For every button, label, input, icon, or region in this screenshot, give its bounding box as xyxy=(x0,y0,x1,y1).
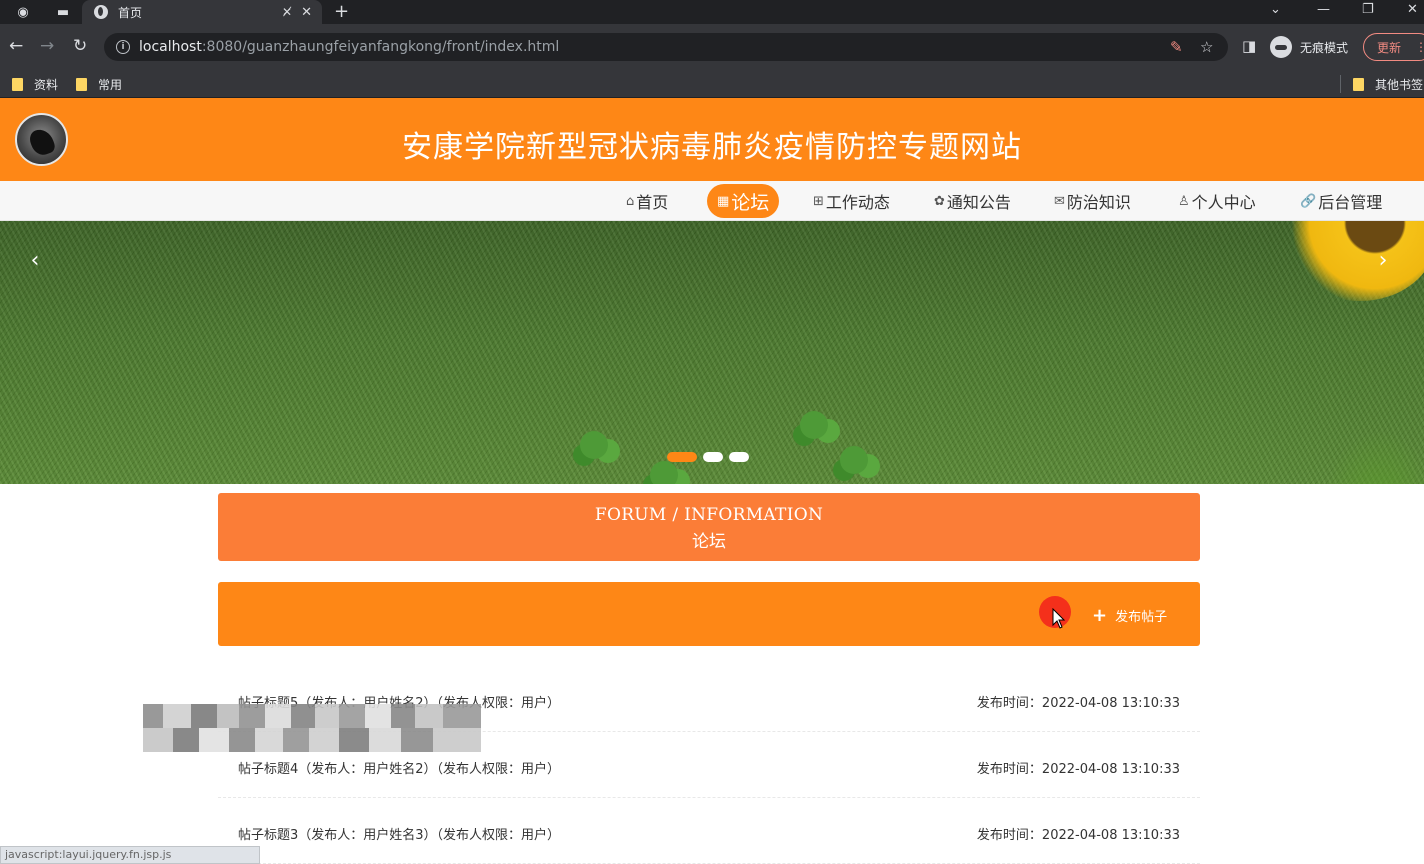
section-title-en: FORUM / INFORMATION xyxy=(594,505,824,525)
carousel-next-icon[interactable]: › xyxy=(1368,245,1398,275)
forum-icon: ▦ xyxy=(717,193,730,209)
site-header: 安康学院新型冠状病毒肺炎疫情防控专题网站 xyxy=(0,98,1424,181)
main-nav: ⌂ 首页 ▦ 论坛 ⊞ 工作动态 ✿ 通知公告 ✉ 防治知识 ♙ 个人中心 🔗 … xyxy=(0,181,1424,221)
bookmark-folder-changyong[interactable]: 常用 xyxy=(76,76,122,93)
bookmark-separator xyxy=(1340,75,1341,93)
post-title[interactable]: 帖子标题3（发布人：用户姓名3）（发布人权限：用户） xyxy=(238,824,560,843)
nav-label: 首页 xyxy=(636,193,669,212)
banner-carousel xyxy=(0,221,1424,484)
clover-decoration xyxy=(800,411,828,439)
new-tab-button[interactable]: + xyxy=(334,1,349,22)
menu-dots-icon[interactable]: ⋮ xyxy=(1415,40,1424,54)
nav-label: 后台管理 xyxy=(1318,193,1383,212)
sunflower-decoration xyxy=(1255,221,1424,316)
notice-icon: ✿ xyxy=(934,193,945,209)
tab-overview-icon[interactable]: ▬ xyxy=(54,3,72,21)
section-header: FORUM / INFORMATION 论坛 xyxy=(218,493,1200,561)
post-title[interactable]: 帖子标题4（发布人：用户姓名2）（发布人权限：用户） xyxy=(238,758,560,777)
tab-search-icon[interactable]: ⌄ xyxy=(1270,2,1281,17)
close-window-icon[interactable]: ✕ xyxy=(1407,2,1418,17)
incognito-indicator[interactable]: 无痕模式 xyxy=(1270,33,1348,61)
bookmark-star-icon[interactable]: ☆ xyxy=(1200,38,1213,56)
other-bookmarks-label: 其他书签 xyxy=(1375,78,1424,92)
nav-forum[interactable]: ▦ 论坛 xyxy=(707,184,780,218)
nav-prevention-knowledge[interactable]: ✉ 防治知识 xyxy=(1048,184,1137,218)
browser-app-icon[interactable]: ◉ xyxy=(14,3,32,21)
minimize-icon[interactable]: — xyxy=(1317,2,1330,17)
nav-home[interactable]: ⌂ 首页 xyxy=(620,184,674,218)
publish-post-button[interactable]: + 发布帖子 xyxy=(1092,604,1167,626)
browser-status-bar: javascript:layui.jquery.fn.jsp.js xyxy=(0,846,260,864)
nav-notices[interactable]: ✿ 通知公告 xyxy=(928,184,1017,218)
post-time: 发布时间：2022-04-08 13:10:33 xyxy=(976,696,1180,711)
tab-title: 首页 xyxy=(118,5,143,20)
carousel-prev-icon[interactable]: ‹ xyxy=(20,245,50,275)
bookmarks-bar: 资料 常用 其他书签 xyxy=(0,70,1424,98)
restore-icon[interactable]: ❐ xyxy=(1362,2,1374,17)
update-button[interactable]: 更新 ⋮ xyxy=(1363,33,1424,61)
carousel-dot-3[interactable] xyxy=(729,452,749,462)
nav-label: 个人中心 xyxy=(1191,193,1256,212)
address-bar[interactable]: i localhost :8080/guanzhaungfeiyanfangko… xyxy=(104,33,1228,61)
grid-icon: ⊞ xyxy=(813,193,824,209)
clover-decoration xyxy=(650,461,678,484)
nav-label: 通知公告 xyxy=(946,193,1011,212)
incognito-icon xyxy=(1270,36,1292,58)
close-tab-icon[interactable]: ✕ xyxy=(301,5,312,20)
blocked-popup-icon[interactable]: ✎ xyxy=(1170,38,1183,56)
carousel-dot-1[interactable] xyxy=(667,452,697,462)
mail-icon: ✉ xyxy=(1054,193,1065,209)
nav-label: 论坛 xyxy=(731,191,770,214)
post-list: 帖子标题5（发布人：用户姓名2）（发布人权限：用户） 发布时间：2022-04-… xyxy=(218,666,1200,864)
update-label: 更新 xyxy=(1377,40,1402,55)
publish-label: 发布帖子 xyxy=(1115,609,1168,625)
other-bookmarks[interactable]: 其他书签 xyxy=(1353,76,1423,93)
plus-icon: + xyxy=(1092,604,1108,626)
globe-icon xyxy=(94,5,108,19)
incognito-label: 无痕模式 xyxy=(1300,40,1349,55)
browser-toolbar: ← → ↻ i localhost :8080/guanzhaungfeiyan… xyxy=(0,24,1424,70)
mute-icon[interactable]: ✕̸ xyxy=(282,5,292,19)
forward-icon[interactable]: → xyxy=(40,36,54,56)
nav-admin[interactable]: 🔗 后台管理 xyxy=(1294,184,1388,218)
section-title-zh: 论坛 xyxy=(692,532,726,552)
reload-icon[interactable]: ↻ xyxy=(73,36,87,56)
site-info-icon[interactable]: i xyxy=(116,40,130,54)
bookmark-label: 常用 xyxy=(98,78,123,92)
redacted-area xyxy=(143,704,481,752)
user-icon: ♙ xyxy=(1178,193,1190,209)
nav-label: 防治知识 xyxy=(1066,193,1131,212)
carousel-dot-2[interactable] xyxy=(703,452,723,462)
url-path: :8080/guanzhaungfeiyanfangkong/front/ind… xyxy=(201,39,560,55)
clover-decoration xyxy=(580,431,608,459)
carousel-indicators xyxy=(667,452,749,462)
link-icon: 🔗 xyxy=(1300,193,1317,209)
post-time: 发布时间：2022-04-08 13:10:33 xyxy=(976,828,1180,843)
folder-icon xyxy=(1353,78,1364,91)
back-icon[interactable]: ← xyxy=(9,36,23,56)
folder-icon xyxy=(12,78,23,91)
nav-work-news[interactable]: ⊞ 工作动态 xyxy=(807,184,896,218)
site-title: 安康学院新型冠状病毒肺炎疫情防控专题网站 xyxy=(402,130,1022,165)
nav-label: 工作动态 xyxy=(825,193,890,212)
mouse-cursor-icon xyxy=(1052,608,1066,629)
nav-personal-center[interactable]: ♙ 个人中心 xyxy=(1172,184,1262,218)
browser-tab-bar: ◉ ▬ 首页 ✕̸ ✕ + ⌄ — ❐ ✕ xyxy=(0,0,1424,24)
home-icon: ⌂ xyxy=(626,193,635,209)
bookmark-label: 资料 xyxy=(34,78,59,92)
tab-home[interactable]: 首页 ✕̸ ✕ xyxy=(82,0,322,24)
side-panel-icon[interactable]: ◨ xyxy=(1242,36,1256,56)
bookmark-folder-ziliao[interactable]: 资料 xyxy=(12,76,58,93)
folder-icon xyxy=(76,78,87,91)
clover-decoration xyxy=(840,446,868,474)
post-row[interactable]: 帖子标题3（发布人：用户姓名3）（发布人权限：用户） 发布时间：2022-04-… xyxy=(218,798,1200,864)
post-time: 发布时间：2022-04-08 13:10:33 xyxy=(976,762,1180,777)
url-host: localhost xyxy=(139,39,202,55)
